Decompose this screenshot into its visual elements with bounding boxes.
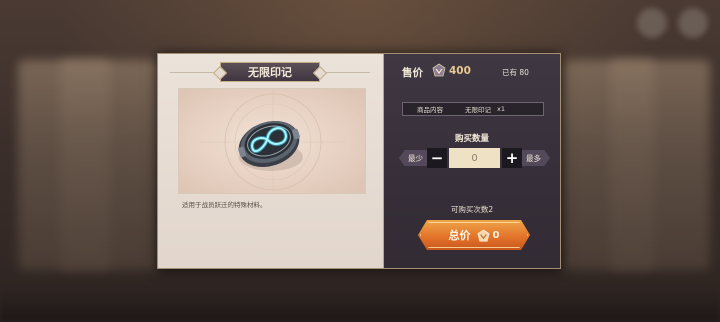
- item-description: 适用于战员跃迁的特殊材料。: [182, 201, 267, 209]
- title-divider: [326, 72, 370, 73]
- price-label: 售价: [402, 67, 423, 79]
- content-item-quantity: x1: [497, 105, 505, 113]
- price-value: 400: [449, 65, 471, 77]
- purchase-dialog: 无限印记 适用于战员跃迁的特殊材料。 售价 400 已有 80 商品内容 无限印…: [157, 53, 561, 269]
- max-quantity-button[interactable]: 最多: [522, 150, 550, 166]
- background-card: [610, 60, 710, 270]
- purchase-times-remaining: 可购买次数2: [450, 205, 494, 214]
- item-info-panel: 无限印记 适用于战员跃迁的特殊材料。: [158, 54, 384, 268]
- quantity-title: 购买数量: [454, 134, 489, 144]
- owned-count: 已有 80: [502, 68, 529, 77]
- decrease-quantity-button[interactable]: −: [427, 148, 447, 168]
- content-item-name: 无限印记: [465, 106, 491, 114]
- purchase-panel: 售价 400 已有 80 商品内容 无限印记 x1 购买数量 最少 − 0 + …: [384, 54, 560, 268]
- content-label: 商品内容: [417, 106, 443, 114]
- total-value: 0: [492, 229, 500, 241]
- background-card: [60, 60, 160, 270]
- item-image-frame: [178, 88, 366, 194]
- title-divider: [170, 72, 214, 73]
- infinite-mark-token-icon: [199, 89, 347, 193]
- currency-crest-icon: [432, 63, 446, 77]
- item-title-plate: 无限印记: [220, 62, 320, 82]
- currency-crest-icon: [477, 228, 490, 241]
- purchase-total-button[interactable]: 总价 0: [418, 220, 530, 250]
- total-label: 总价: [448, 229, 471, 242]
- item-content-row: 商品内容 无限印记 x1: [402, 102, 544, 116]
- item-title: 无限印记: [248, 66, 292, 79]
- button-border: [420, 222, 528, 248]
- background-button: [678, 8, 708, 38]
- quantity-input[interactable]: 0: [449, 148, 500, 168]
- increase-quantity-button[interactable]: +: [502, 148, 522, 168]
- background-button: [637, 8, 667, 38]
- min-quantity-button[interactable]: 最少: [399, 150, 427, 166]
- background-bottom-strip: [0, 290, 720, 322]
